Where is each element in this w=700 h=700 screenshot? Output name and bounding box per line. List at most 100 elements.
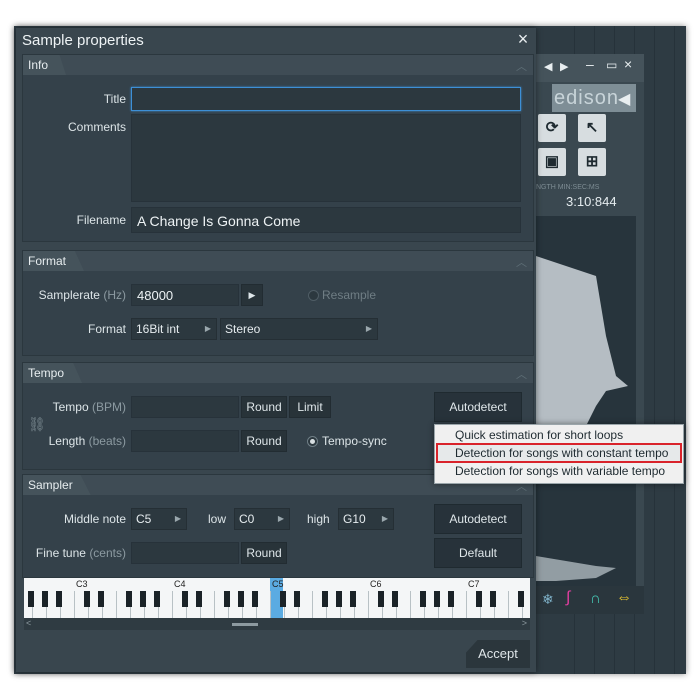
sampler-autodetect-button[interactable]: Autodetect — [434, 504, 522, 534]
loop-icon[interactable]: ⟳ — [538, 114, 566, 142]
close-icon[interactable]: × — [514, 30, 532, 48]
maximize-icon[interactable]: ▭ — [606, 58, 617, 72]
piano-black-key[interactable] — [378, 591, 384, 607]
piano-white-key-divider — [214, 591, 215, 618]
low-note-select[interactable]: C0 ▶ — [234, 508, 290, 530]
piano-black-key[interactable] — [28, 591, 34, 607]
piano-black-key[interactable] — [252, 591, 258, 607]
piano-black-key[interactable] — [42, 591, 48, 607]
format-label: Format — [87, 322, 126, 336]
fine-tune-round-button[interactable]: Round — [241, 542, 287, 564]
scroll-left-icon[interactable]: < — [26, 618, 31, 628]
channels-select[interactable]: Stereo ▶ — [220, 318, 378, 340]
piano-black-key[interactable] — [336, 591, 342, 607]
format-section: Format ︿ — [22, 250, 534, 356]
speaker-icon[interactable]: ◀ — [618, 86, 631, 114]
sampler-header[interactable]: Sampler — [23, 475, 91, 495]
chevron-up-icon[interactable]: ︿ — [516, 366, 527, 382]
piano-keyboard[interactable]: C3 C4 C5 C6 C7 — [24, 578, 530, 618]
piano-black-key[interactable] — [154, 591, 160, 607]
high-note-select[interactable]: G10 ▶ — [338, 508, 394, 530]
resample-radio[interactable] — [308, 290, 319, 301]
arrow-right-icon[interactable]: ▶ — [560, 60, 568, 73]
tempo-input[interactable] — [131, 396, 239, 418]
piano-black-key[interactable] — [182, 591, 188, 607]
piano-black-key[interactable] — [518, 591, 524, 607]
tempo-limit-button[interactable]: Limit — [289, 396, 331, 418]
snowflake-icon[interactable]: ❄ — [542, 591, 554, 608]
edison-logo: edison ◀ — [552, 84, 636, 112]
fit-icon[interactable]: ⊞ — [578, 148, 606, 176]
piano-white-key-divider — [466, 591, 467, 618]
fine-tune-input[interactable] — [131, 542, 239, 564]
piano-black-key[interactable] — [98, 591, 104, 607]
piano-black-key[interactable] — [84, 591, 90, 607]
piano-scrollbar[interactable]: < > — [24, 618, 530, 630]
tempo-sync-label: Tempo-sync — [322, 434, 387, 448]
octave-label: C3 — [76, 579, 88, 589]
piano-black-key[interactable] — [490, 591, 496, 607]
cursor-icon[interactable]: ↖ — [578, 114, 606, 142]
bit-depth-select[interactable]: 16Bit int ▶ — [131, 318, 217, 340]
scroll-right-icon[interactable]: > — [522, 618, 527, 628]
menu-item-constant-tempo[interactable]: Detection for songs with constant tempo — [455, 446, 668, 460]
edison-titlebar: ◀ ▶ – ▭ × — [536, 54, 644, 82]
comments-textarea[interactable] — [131, 114, 521, 202]
length-input[interactable] — [131, 430, 239, 452]
save-icon[interactable]: ▣ — [538, 148, 566, 176]
piano-black-key[interactable] — [476, 591, 482, 607]
edison-close-icon[interactable]: × — [624, 56, 632, 72]
piano-black-key[interactable] — [350, 591, 356, 607]
piano-white-key-divider — [508, 591, 509, 618]
play-arrow-icon[interactable]: ▶ — [241, 284, 263, 306]
envelope-icon[interactable]: ∫ — [566, 589, 570, 607]
middle-note-select[interactable]: C5 ▶ — [131, 508, 187, 530]
tempo-round-button[interactable]: Round — [241, 396, 287, 418]
arrow-left-icon[interactable]: ◀ — [544, 60, 552, 73]
piano-black-key[interactable] — [196, 591, 202, 607]
format-header[interactable]: Format — [23, 251, 85, 271]
swap-icon[interactable]: ⇔ — [616, 589, 632, 607]
fine-tune-label: Fine tune (cents) — [35, 546, 126, 560]
piano-black-key[interactable] — [434, 591, 440, 607]
piano-black-key[interactable] — [224, 591, 230, 607]
length-round-button[interactable]: Round — [241, 430, 287, 452]
edison-toolbar-bottom: ❄ ∫ ∩ ⇔ — [536, 586, 644, 614]
link-icon[interactable]: ⛓ — [28, 416, 46, 433]
tempo-header[interactable]: Tempo — [23, 363, 83, 383]
piano-black-key[interactable] — [56, 591, 62, 607]
chevron-right-icon: ▶ — [204, 324, 211, 333]
time-readout: 3:10:844 — [566, 194, 617, 209]
piano-black-key[interactable] — [392, 591, 398, 607]
piano-black-key[interactable] — [294, 591, 300, 607]
title-input[interactable] — [131, 87, 521, 111]
piano-black-key[interactable] — [238, 591, 244, 607]
piano-black-key[interactable] — [420, 591, 426, 607]
default-button[interactable]: Default — [434, 538, 522, 568]
headphones-icon[interactable]: ∩ — [590, 590, 601, 607]
tempo-autodetect-button[interactable]: Autodetect — [434, 392, 522, 422]
piano-black-key[interactable] — [140, 591, 146, 607]
scroll-thumb[interactable] — [232, 623, 258, 626]
octave-label: C4 — [174, 579, 186, 589]
chevron-up-icon[interactable]: ︿ — [516, 58, 527, 74]
tempo-label: Tempo (BPM) — [52, 400, 126, 414]
piano-black-key[interactable] — [322, 591, 328, 607]
filename-input[interactable]: A Change Is Gonna Come — [131, 207, 521, 233]
piano-white-key-divider — [270, 591, 271, 618]
minimize-icon[interactable]: – — [586, 56, 594, 72]
waveform-view — [536, 216, 636, 586]
menu-item-variable-tempo[interactable]: Detection for songs with variable tempo — [455, 464, 665, 478]
menu-item-quick-estimation[interactable]: Quick estimation for short loops — [455, 428, 623, 442]
piano-black-key[interactable] — [126, 591, 132, 607]
piano-black-key[interactable] — [280, 591, 286, 607]
chevron-up-icon[interactable]: ︿ — [516, 254, 527, 270]
samplerate-input[interactable]: 48000 — [131, 284, 239, 306]
piano-black-key[interactable] — [448, 591, 454, 607]
middle-note-label: Middle note — [63, 512, 126, 526]
title-label: Title — [103, 92, 126, 106]
accept-button[interactable]: Accept — [466, 640, 530, 668]
info-header[interactable]: Info — [23, 55, 67, 75]
tempo-sync-radio[interactable] — [307, 436, 318, 447]
octave-label: C7 — [468, 579, 480, 589]
